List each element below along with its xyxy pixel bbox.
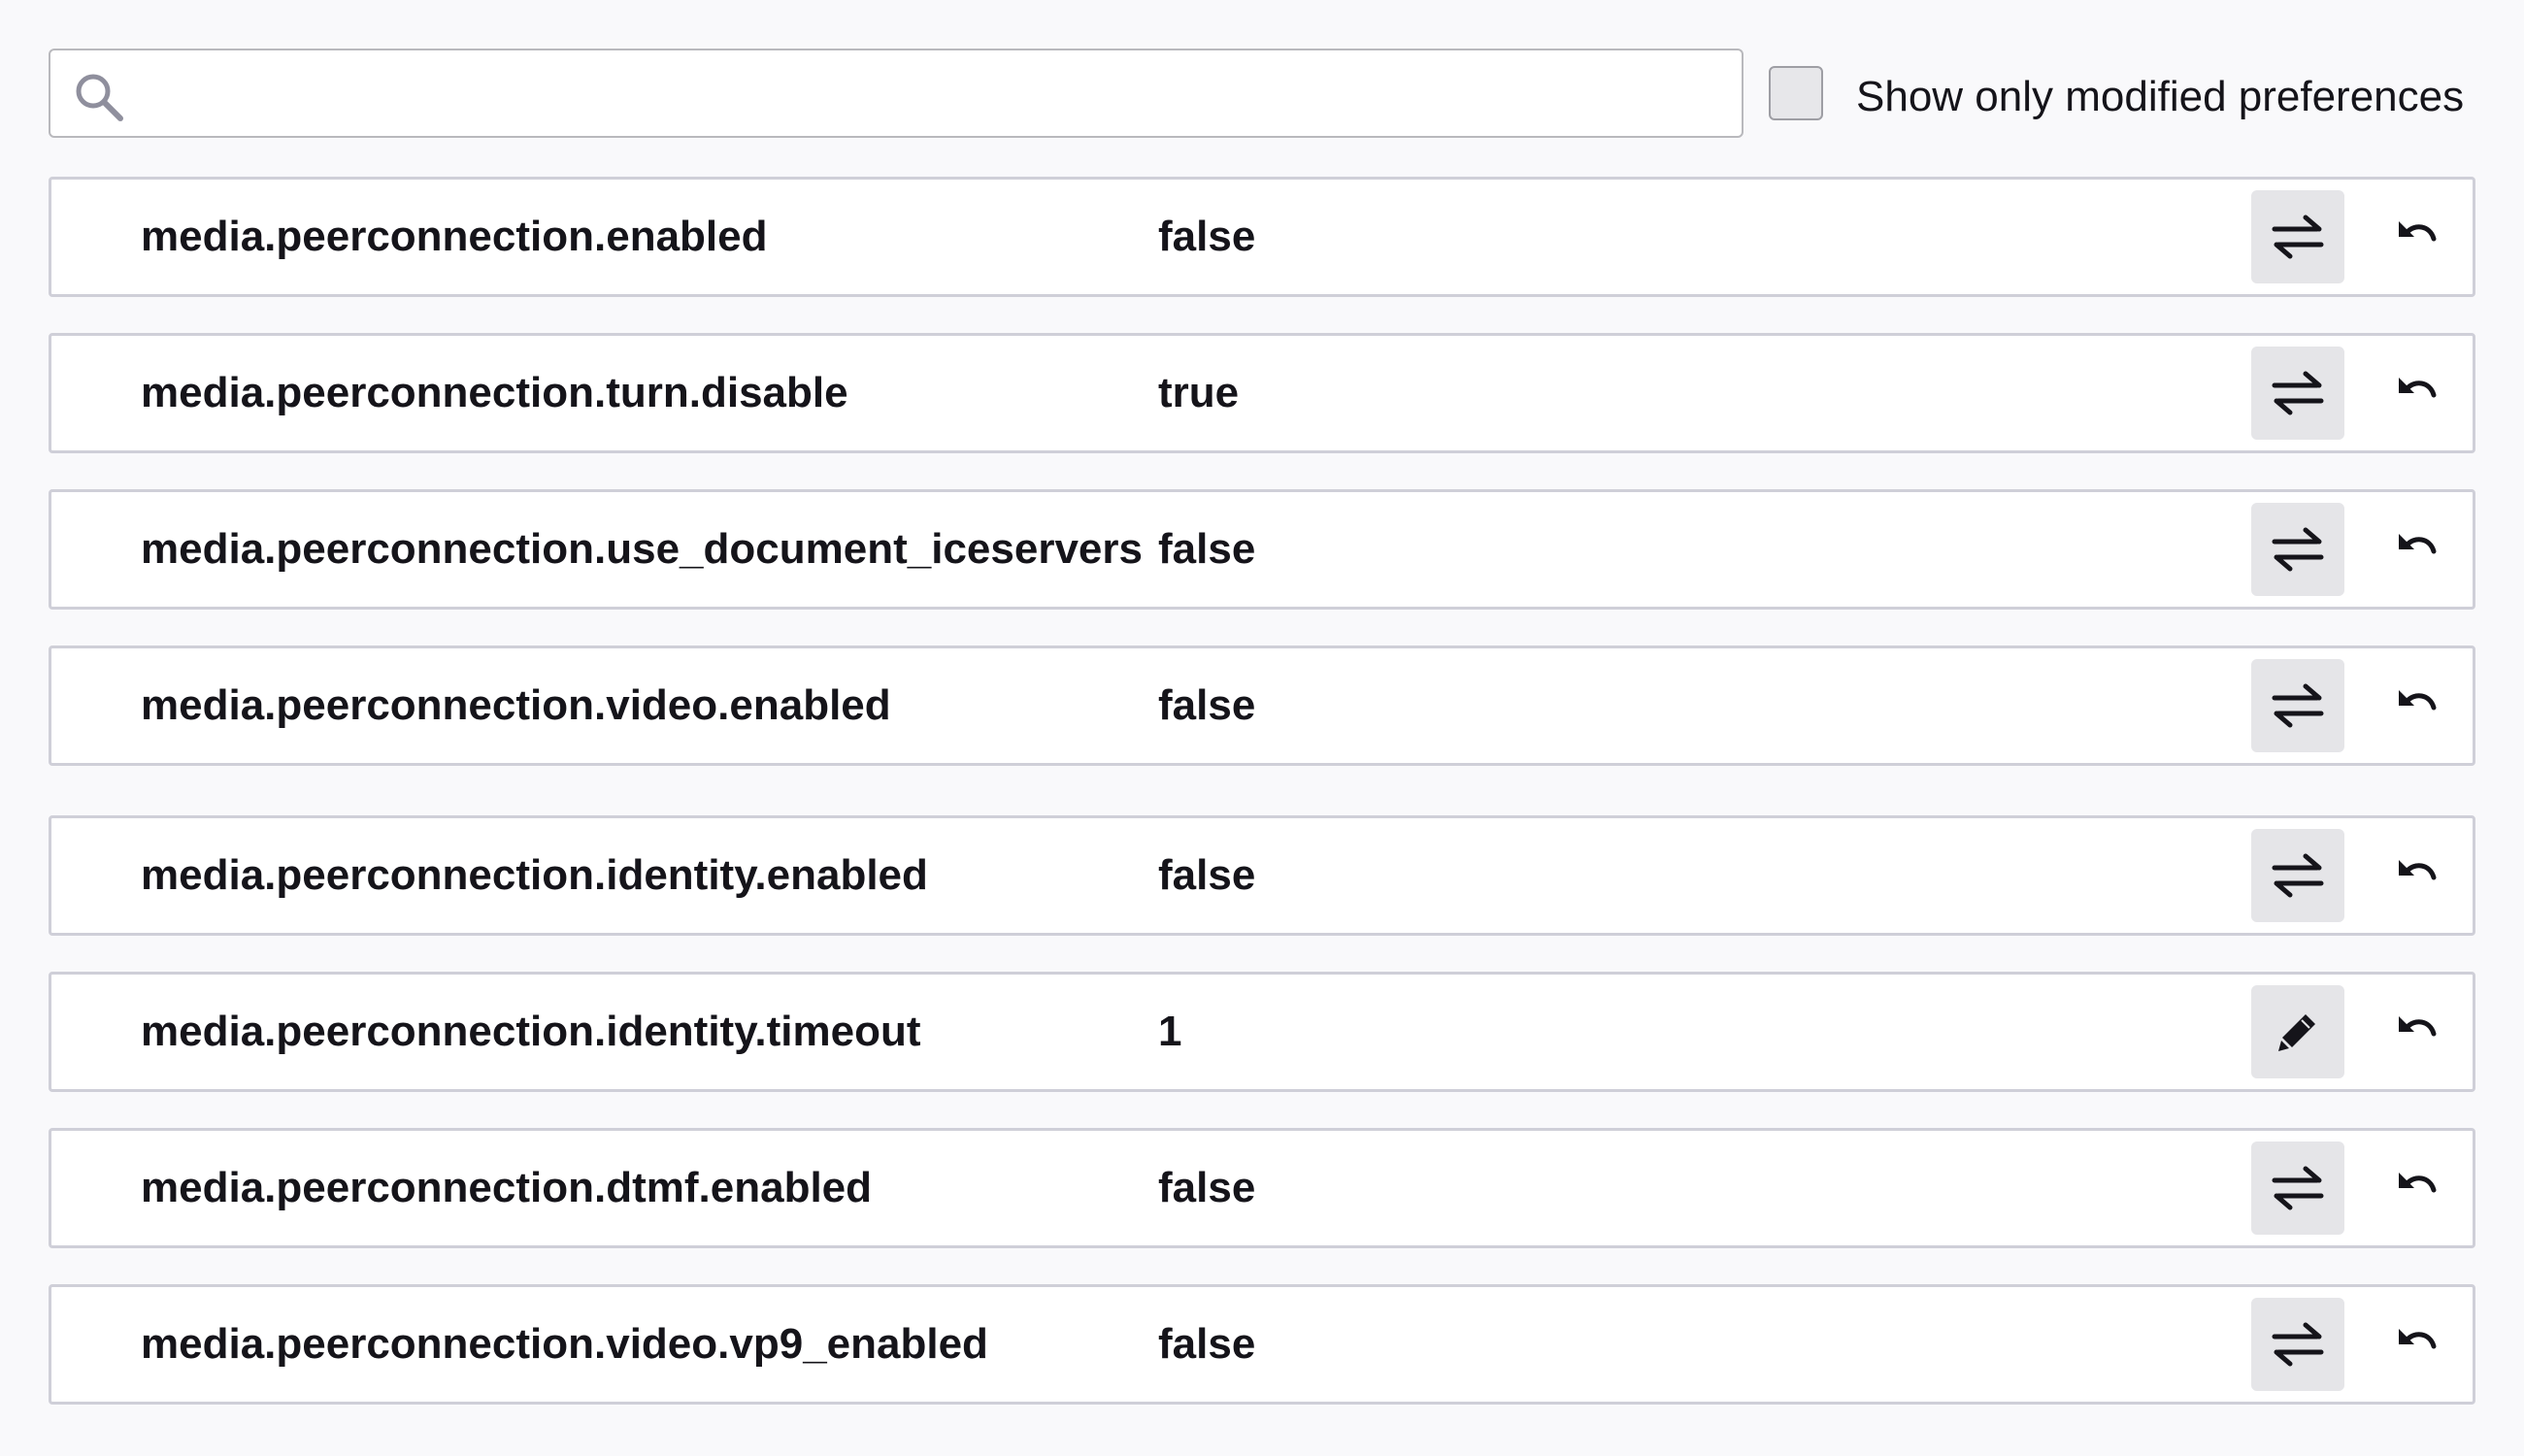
preference-value: true [1158,369,1240,416]
toolbar: Show only modified preferences [49,49,2475,142]
undo-icon [2399,860,2437,880]
toggle-icon [2272,527,2324,572]
reset-button[interactable] [2370,347,2463,440]
undo-icon [2399,378,2437,398]
reset-button[interactable] [2370,503,2463,596]
toggle-button[interactable] [2251,1298,2344,1391]
toggle-button[interactable] [2251,1142,2344,1235]
preference-row: media.peerconnection.identity.enabled fa… [49,815,2475,936]
preference-row: media.peerconnection.video.vp9_enabled f… [49,1284,2475,1405]
undo-icon [2399,1173,2437,1193]
undo-icon [2399,534,2437,554]
search-input[interactable] [138,50,1724,138]
toggle-button[interactable] [2251,190,2344,283]
preference-name: media.peerconnection.video.enabled [141,681,891,729]
reset-button[interactable] [2370,829,2463,922]
reset-button[interactable] [2370,659,2463,752]
preference-row: media.peerconnection.video.enabled false [49,645,2475,766]
toggle-button[interactable] [2251,829,2344,922]
preference-value: 1 [1158,1008,1182,1055]
preference-name: media.peerconnection.identity.enabled [141,851,928,899]
preference-name: media.peerconnection.turn.disable [141,369,848,416]
toggle-icon [2272,1166,2324,1210]
preference-row: media.peerconnection.use_document_iceser… [49,489,2475,610]
toggle-icon [2272,853,2324,898]
undo-icon [2399,1329,2437,1349]
undo-icon [2399,1016,2437,1037]
toggle-icon [2272,371,2324,415]
toggle-button[interactable] [2251,659,2344,752]
preference-value: false [1158,681,1256,729]
preference-name: media.peerconnection.identity.timeout [141,1008,921,1055]
toggle-icon [2272,683,2324,728]
toggle-icon [2272,215,2324,259]
search-icon [72,70,126,124]
show-modified-label[interactable]: Show only modified preferences [1856,66,2464,128]
edit-button[interactable] [2251,985,2344,1078]
preference-row: media.peerconnection.identity.timeout 1 [49,972,2475,1092]
preference-name: media.peerconnection.enabled [141,213,768,260]
reset-button[interactable] [2370,985,2463,1078]
preference-value: false [1158,851,1256,899]
preference-row: media.peerconnection.turn.disable true [49,333,2475,453]
reset-button[interactable] [2370,1298,2463,1391]
toggle-button[interactable] [2251,347,2344,440]
edit-icon [2278,1014,2315,1051]
undo-icon [2399,221,2437,242]
preference-name: media.peerconnection.use_document_iceser… [141,525,1143,573]
reset-button[interactable] [2370,190,2463,283]
preference-value: false [1158,1164,1256,1211]
show-modified-checkbox[interactable] [1769,66,1823,120]
preference-row: media.peerconnection.enabled false [49,177,2475,297]
preference-value: false [1158,213,1256,260]
toggle-icon [2272,1322,2324,1367]
preference-value: false [1158,525,1256,573]
preference-row: media.peerconnection.dtmf.enabled false [49,1128,2475,1248]
toggle-button[interactable] [2251,503,2344,596]
search-box[interactable] [49,49,1744,138]
reset-button[interactable] [2370,1142,2463,1235]
preference-value: false [1158,1320,1256,1368]
preference-name: media.peerconnection.video.vp9_enabled [141,1320,988,1368]
preference-name: media.peerconnection.dtmf.enabled [141,1164,873,1211]
undo-icon [2399,690,2437,711]
